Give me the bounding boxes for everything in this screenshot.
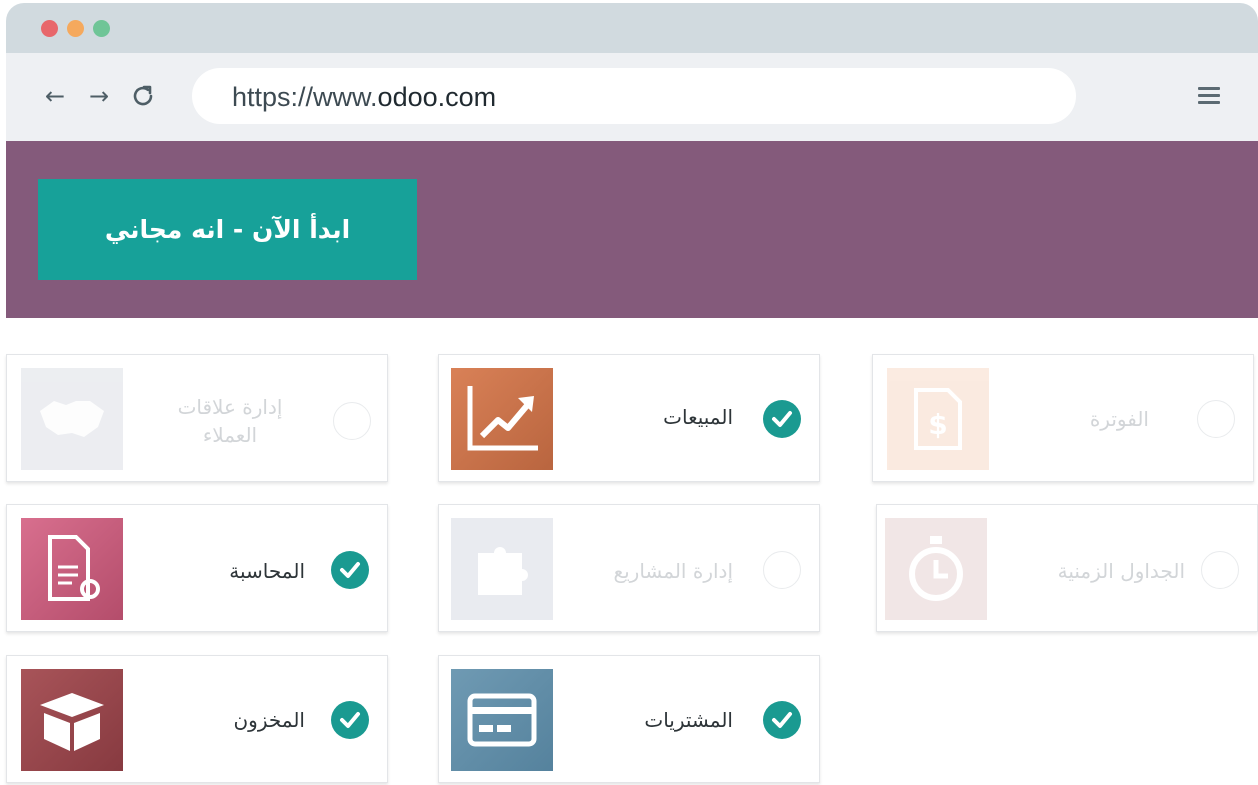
app-label: الفوترة [1089, 407, 1149, 431]
app-label: المشتريات [644, 708, 733, 732]
app-card-accounting[interactable]: المحاسبة [6, 504, 388, 632]
url-text: https://www.odoo.com [232, 82, 497, 112]
start-free-button[interactable]: ابدأ الآن - انه مجاني [38, 179, 417, 280]
app-card-purchase[interactable]: المشتريات [438, 655, 820, 783]
checkbox[interactable] [763, 551, 801, 589]
svg-text:$: $ [928, 408, 947, 441]
check-icon[interactable] [763, 400, 801, 438]
app-label: المحاسبة [229, 559, 305, 583]
close-window-button[interactable] [41, 20, 58, 37]
app-label: المبيعات [663, 405, 733, 429]
app-label: إدارة علاقات العملاء [177, 395, 283, 447]
reload-icon[interactable] [130, 83, 156, 109]
credit-card-icon [451, 669, 553, 771]
app-card-invoicing[interactable]: $ الفوترة [872, 354, 1254, 482]
sales-chart-icon [451, 368, 553, 470]
maximize-window-button[interactable] [93, 20, 110, 37]
browser-toolbar: ← → https://www.odoo.com [6, 53, 1258, 141]
app-label: المخزون [233, 708, 305, 732]
handshake-icon [21, 368, 123, 470]
hamburger-menu-icon[interactable] [1196, 83, 1222, 109]
invoice-icon: $ [887, 368, 989, 470]
app-card-crm[interactable]: إدارة علاقات العملاء [6, 354, 388, 482]
app-card-inventory[interactable]: المخزون [6, 655, 388, 783]
app-card-sales[interactable]: المبيعات [438, 354, 820, 482]
box-icon [21, 669, 123, 771]
accounting-document-icon [21, 518, 123, 620]
app-label: الجداول الزمنية [1057, 559, 1185, 583]
forward-arrow-icon[interactable]: → [86, 83, 112, 109]
puzzle-icon [451, 518, 553, 620]
title-bar [6, 3, 1258, 53]
browser-window: ← → https://www.odoo.com ابدأ الآن - انه… [6, 3, 1258, 318]
app-card-project[interactable]: إدارة المشاريع [438, 504, 820, 632]
address-bar[interactable]: https://www.odoo.com [192, 68, 1076, 124]
app-label: إدارة المشاريع [613, 559, 733, 583]
check-icon[interactable] [763, 701, 801, 739]
checkbox[interactable] [1197, 400, 1235, 438]
hero-banner: ابدأ الآن - انه مجاني [6, 141, 1258, 318]
back-arrow-icon[interactable]: ← [42, 83, 68, 109]
app-card-timesheets[interactable]: الجداول الزمنية [876, 504, 1258, 632]
stopwatch-icon [885, 518, 987, 620]
checkbox[interactable] [1201, 551, 1239, 589]
minimize-window-button[interactable] [67, 20, 84, 37]
check-icon[interactable] [331, 701, 369, 739]
checkbox[interactable] [333, 402, 371, 440]
check-icon[interactable] [331, 551, 369, 589]
